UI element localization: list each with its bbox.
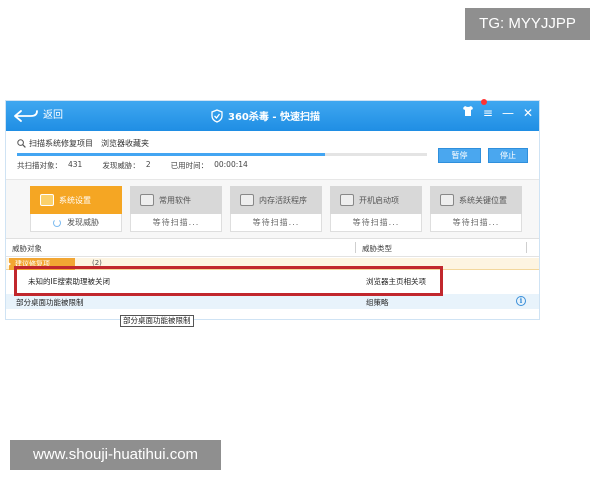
menu-icon[interactable]: ≡ bbox=[483, 104, 493, 122]
category-status: 等待扫描... bbox=[130, 214, 222, 232]
elapsed-label: 已用时间： bbox=[170, 161, 209, 170]
column-divider[interactable] bbox=[526, 242, 527, 253]
window-title: 360杀毒 - 快速扫描 bbox=[211, 108, 320, 123]
search-icon bbox=[17, 139, 26, 148]
threat-object: 部分桌面功能被限制 bbox=[16, 298, 84, 307]
startup-icon bbox=[340, 194, 354, 206]
minimize-icon[interactable]: — bbox=[502, 104, 514, 122]
elapsed-value: 00:00:14 bbox=[214, 160, 248, 169]
shield-check-icon bbox=[211, 108, 223, 123]
category-status: 等待扫描... bbox=[330, 214, 422, 232]
memory-icon bbox=[240, 194, 254, 206]
threat-type: 组策略 bbox=[366, 298, 389, 307]
scan-label: 扫描系统修复项目 bbox=[29, 139, 93, 148]
software-icon bbox=[140, 194, 154, 206]
stop-button[interactable]: 停止 bbox=[488, 148, 528, 163]
table-header: 威胁对象 威胁类型 bbox=[6, 239, 539, 257]
info-icon[interactable]: i bbox=[516, 296, 526, 306]
category-status: 等待扫描... bbox=[230, 214, 322, 232]
scan-item: 浏览器收藏夹 bbox=[101, 139, 149, 148]
category-memory-programs[interactable]: 内存活跃程序 等待扫描... bbox=[230, 186, 322, 232]
back-label: 返回 bbox=[43, 110, 63, 121]
back-button[interactable]: 返回 bbox=[13, 106, 63, 126]
tshirt-icon[interactable] bbox=[462, 104, 474, 122]
windows-icon bbox=[40, 194, 54, 206]
threats-value: 2 bbox=[145, 160, 151, 169]
window-title-text: 360杀毒 - 快速扫描 bbox=[228, 112, 320, 123]
category-name: 常用软件 bbox=[159, 195, 191, 205]
column-divider[interactable] bbox=[355, 242, 356, 253]
highlight-box bbox=[14, 266, 443, 296]
loading-spinner-icon bbox=[53, 218, 61, 227]
scanned-label: 共扫描对象： bbox=[17, 161, 62, 170]
threats-label: 发现威胁： bbox=[102, 161, 140, 170]
category-status: 等待扫描... bbox=[430, 214, 522, 232]
title-bar: 返回 360杀毒 - 快速扫描 ≡ — ✕ bbox=[6, 99, 539, 131]
watermark-top: TG: MYYJJPP bbox=[465, 8, 590, 40]
scan-current: 扫描系统修复项目 浏览器收藏夹 bbox=[17, 138, 149, 149]
scan-progress-fill bbox=[17, 153, 325, 156]
category-status: 发现威胁 bbox=[67, 218, 99, 227]
category-startup-items[interactable]: 开机启动项 等待扫描... bbox=[330, 186, 422, 232]
close-icon[interactable]: ✕ bbox=[523, 104, 533, 122]
col-threat-object: 威胁对象 bbox=[12, 244, 42, 253]
pause-button[interactable]: 暂停 bbox=[438, 148, 481, 163]
scan-categories: 系统设置 发现威胁 常用软件 等待扫描... 内存活跃程序 等待扫描... 开机… bbox=[6, 179, 539, 239]
category-key-locations[interactable]: 系统关键位置 等待扫描... bbox=[430, 186, 522, 232]
tooltip: 部分桌面功能被限制 bbox=[120, 315, 194, 327]
watermark-bottom: www.shouji-huatihui.com bbox=[10, 440, 221, 470]
table-row[interactable]: 部分桌面功能被限制 组策略 i bbox=[6, 294, 539, 309]
scanned-value: 431 bbox=[68, 160, 83, 169]
col-threat-type: 威胁类型 bbox=[362, 244, 392, 253]
category-system-settings[interactable]: 系统设置 发现威胁 bbox=[30, 186, 122, 232]
scan-progress-bar bbox=[17, 153, 427, 156]
scan-stats: 共扫描对象： 431 发现威胁： 2 已用时间： 00:00:14 bbox=[17, 160, 268, 171]
category-name: 开机启动项 bbox=[359, 195, 399, 205]
category-name: 系统关键位置 bbox=[459, 195, 507, 205]
folder-icon bbox=[440, 194, 454, 206]
category-name: 内存活跃程序 bbox=[259, 195, 307, 205]
category-name: 系统设置 bbox=[59, 195, 91, 205]
category-common-software[interactable]: 常用软件 等待扫描... bbox=[130, 186, 222, 232]
back-arrow-icon bbox=[14, 110, 38, 122]
scan-status: 扫描系统修复项目 浏览器收藏夹 共扫描对象： 431 发现威胁： 2 已用时间： 00… bbox=[6, 131, 539, 179]
